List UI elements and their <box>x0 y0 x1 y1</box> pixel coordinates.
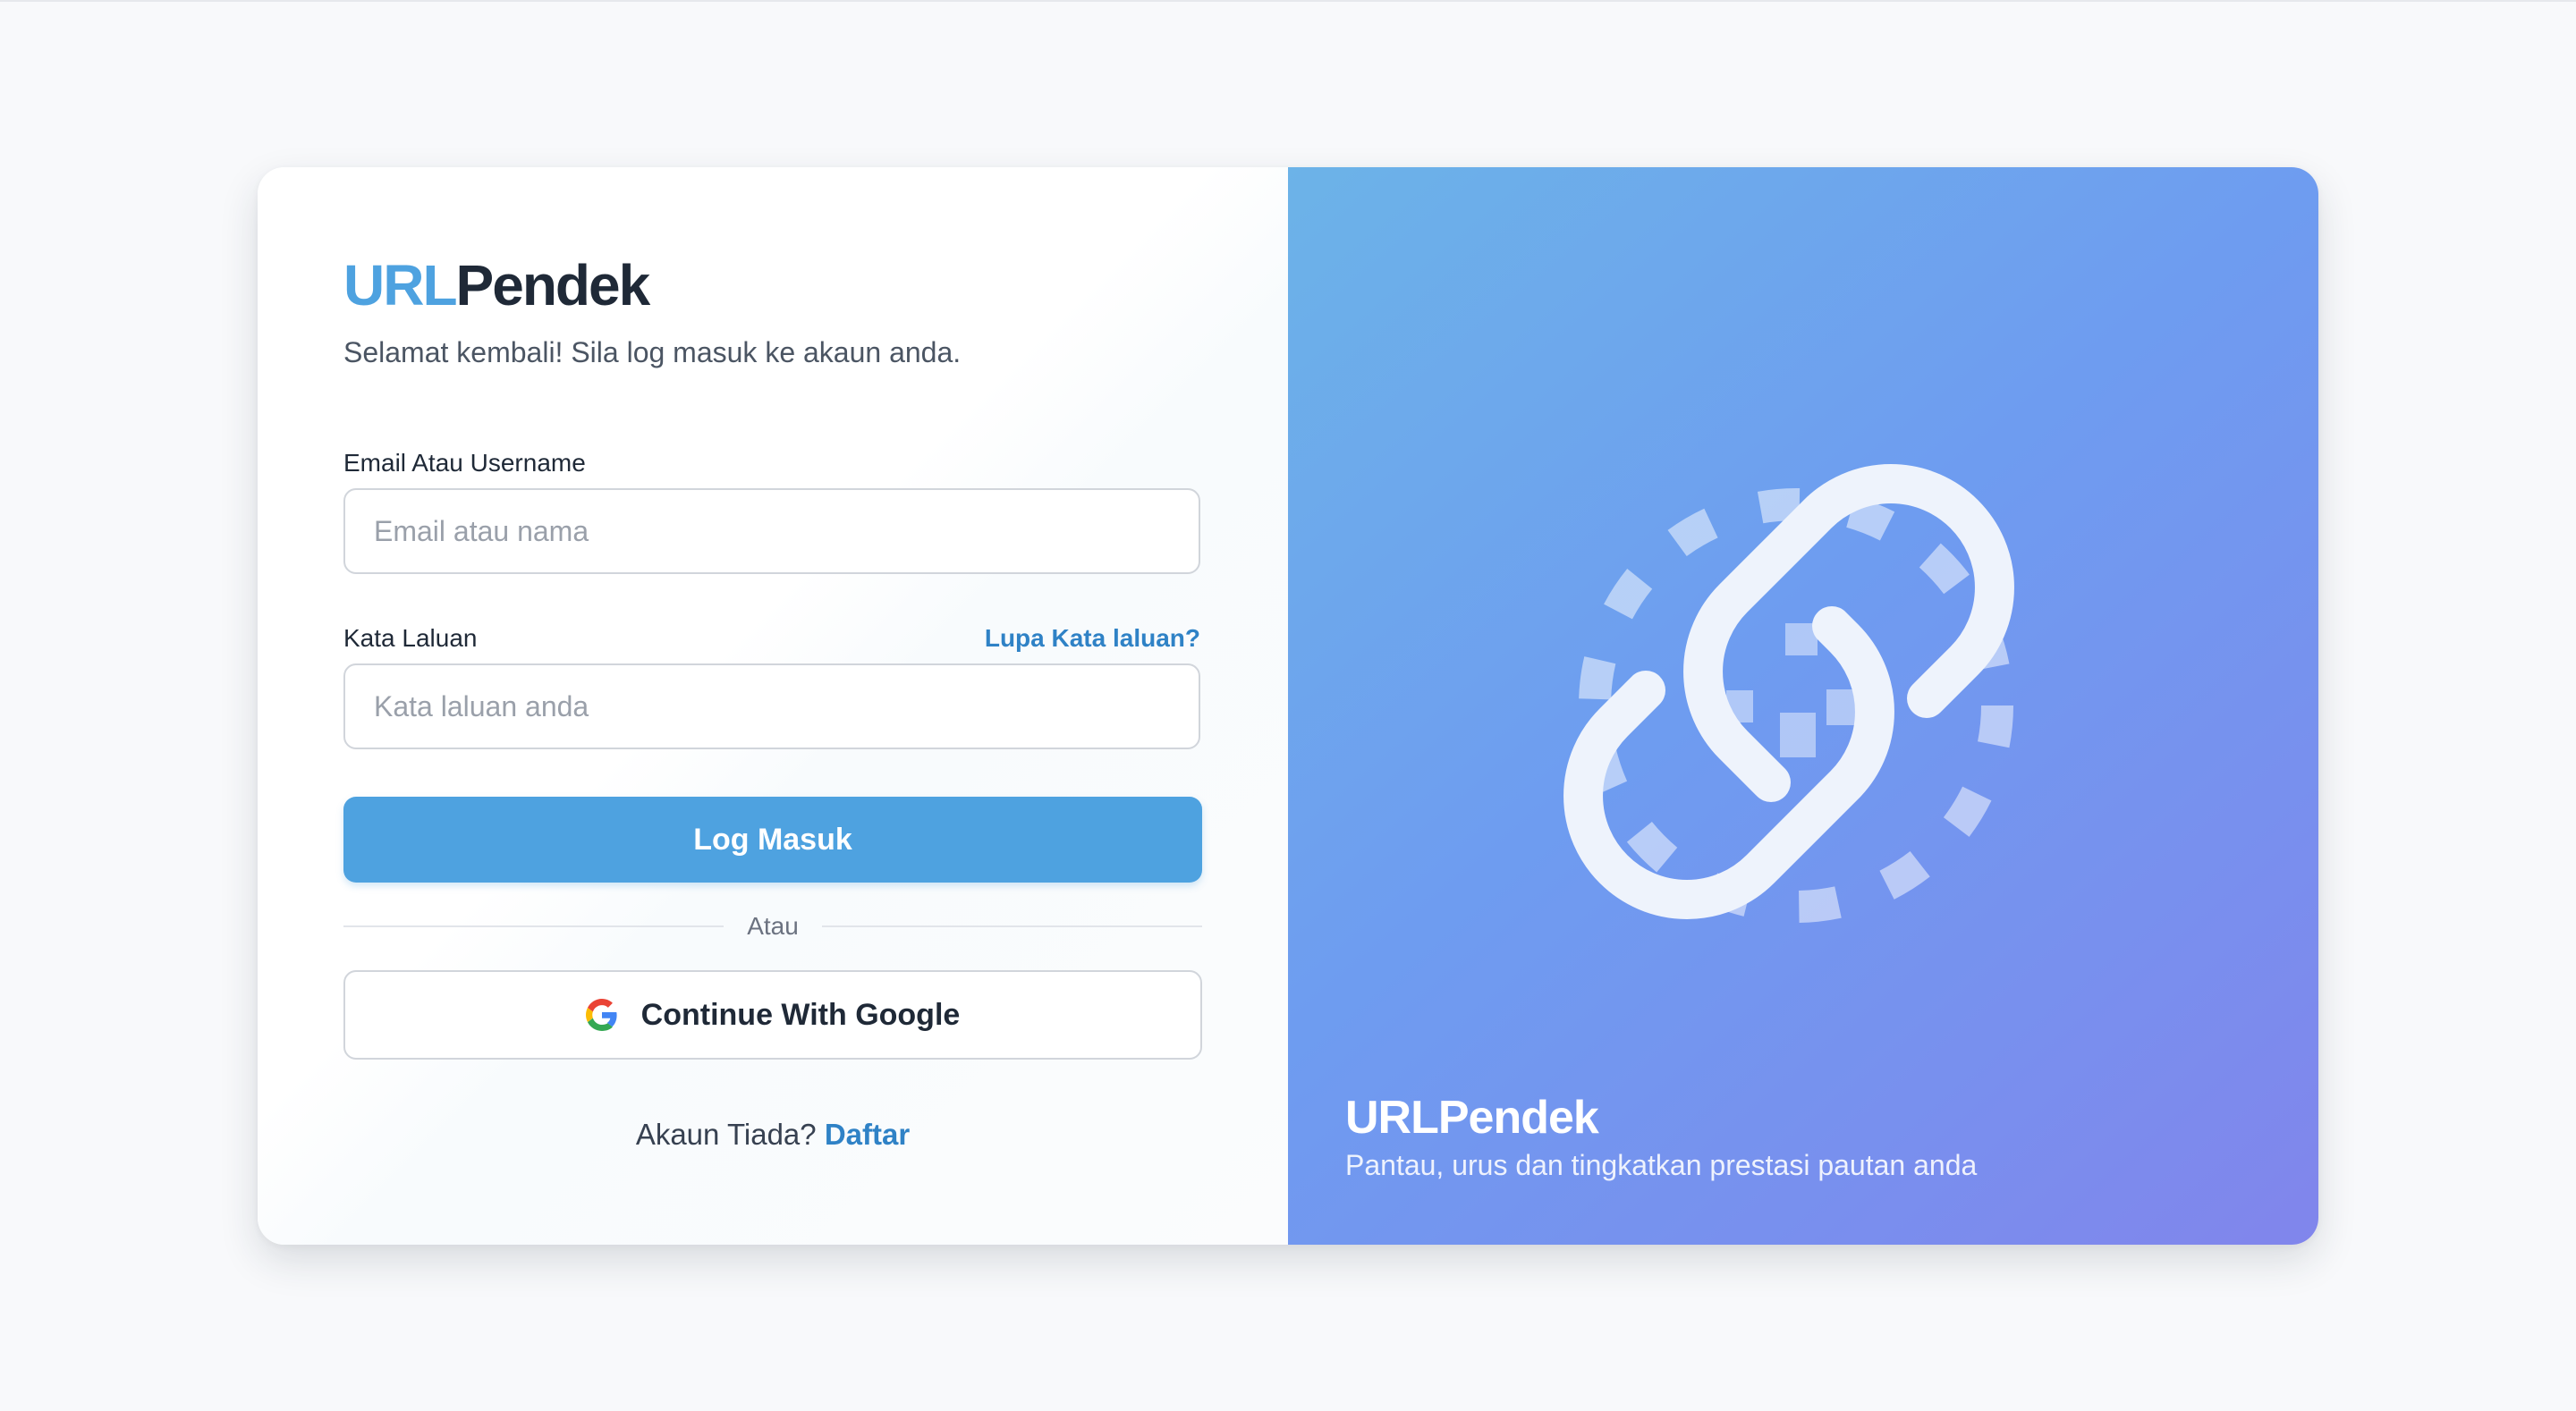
google-icon <box>585 999 618 1031</box>
login-button[interactable]: Log Masuk <box>343 797 1202 883</box>
link-chain-icon <box>1563 464 2014 923</box>
email-input[interactable] <box>343 488 1200 574</box>
signup-link[interactable]: Daftar <box>825 1118 910 1151</box>
google-button-label: Continue With Google <box>640 997 961 1032</box>
top-border <box>0 0 2576 2</box>
signup-prompt-text: Akaun Tiada? <box>635 1118 817 1151</box>
logo: URLPendek <box>343 257 650 314</box>
hero-panel: URLPendek Pantau, urus dan tingkatkan pr… <box>1288 167 2318 1245</box>
hero-subtitle: Pantau, urus dan tingkatkan prestasi pau… <box>1345 1149 1978 1181</box>
google-signin-button[interactable]: Continue With Google <box>343 970 1202 1060</box>
login-panel: URLPendek Selamat kembali! Sila log masu… <box>258 167 1288 1245</box>
forgot-password-link[interactable]: Lupa Kata laluan? <box>985 624 1200 653</box>
login-card: URLPendek Selamat kembali! Sila log masu… <box>258 167 2318 1245</box>
divider-line-right <box>822 925 1202 927</box>
password-input[interactable] <box>343 663 1200 749</box>
password-label: Kata Laluan <box>343 624 478 652</box>
signup-prompt: Akaun Tiada? Daftar <box>343 1118 1202 1152</box>
or-divider: Atau <box>343 912 1202 940</box>
logo-part-pendek: Pendek <box>455 253 651 317</box>
email-label: Email Atau Username <box>343 449 586 477</box>
hero-title: URLPendek <box>1345 1092 1599 1144</box>
welcome-text: Selamat kembali! Sila log masuk ke akaun… <box>343 336 962 368</box>
logo-part-url: URL <box>343 253 458 317</box>
